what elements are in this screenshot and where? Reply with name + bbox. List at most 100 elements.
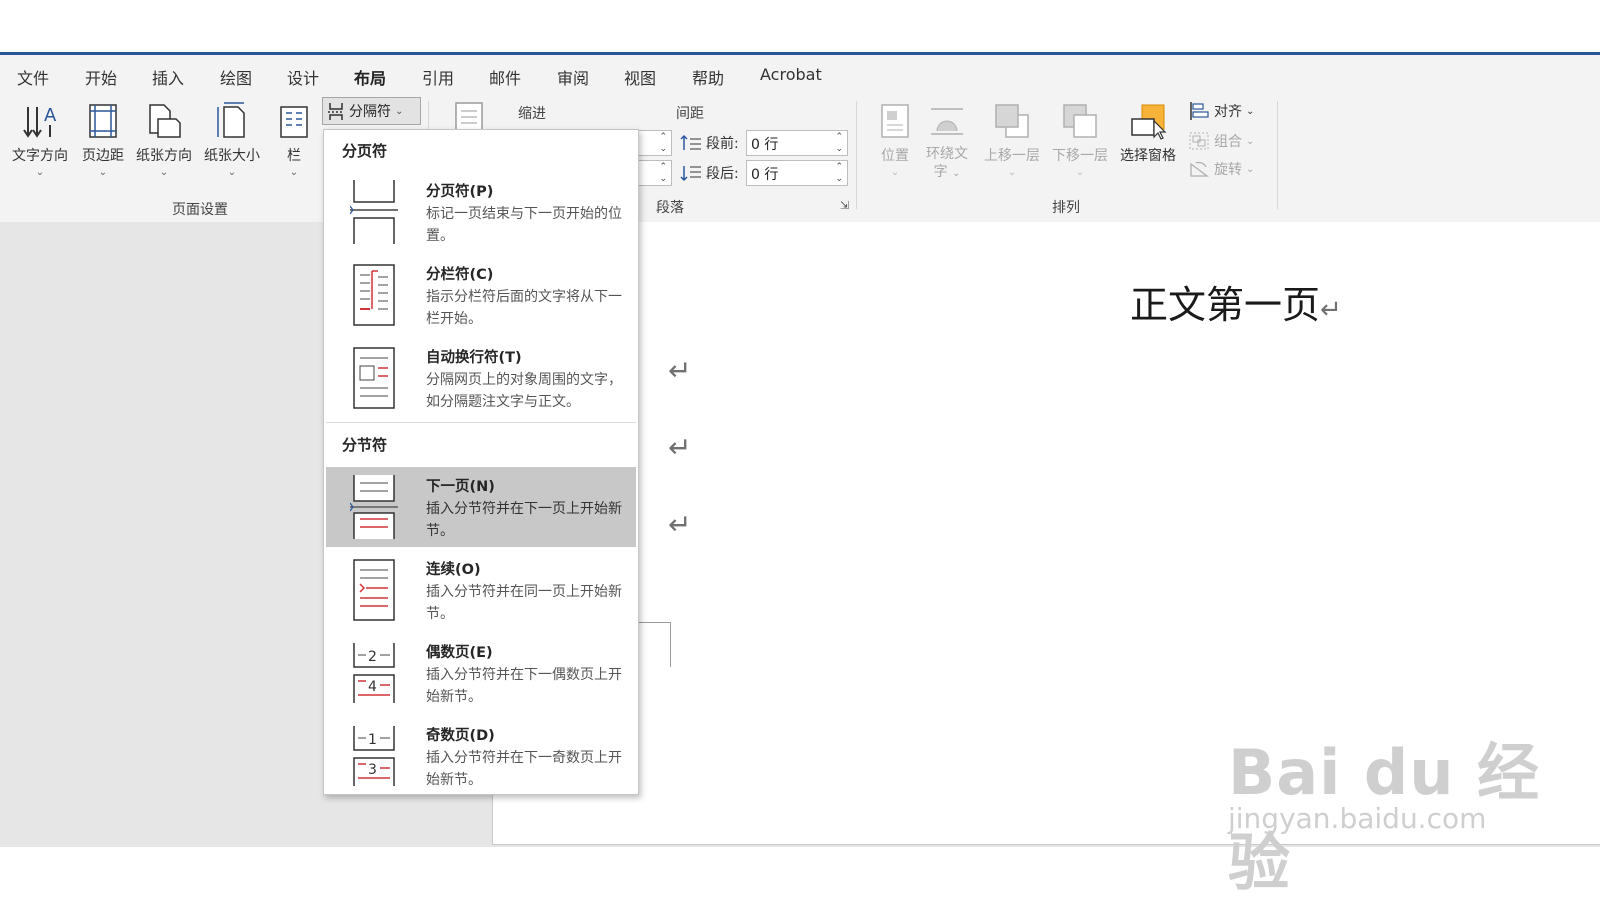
- bring-forward-icon: [995, 104, 1029, 138]
- menu-item-title: 连续(O): [426, 562, 481, 578]
- menu-item-even-page[interactable]: 2 4 偶数页(E) 插入分节符并在下一偶数页上开始新节。: [326, 633, 636, 713]
- tab-help[interactable]: 帮助: [690, 63, 726, 95]
- indent-label: 缩进: [518, 106, 546, 122]
- breaks-icon: [328, 103, 344, 120]
- page-margin-corner-mark: [636, 622, 671, 667]
- wrap-text-button[interactable]: 环绕文 字 ⌄: [922, 101, 972, 183]
- chevron-down-icon: ⌄: [952, 168, 961, 179]
- menu-item-description: 插入分节符并在下一偶数页上开始新节。: [426, 667, 622, 705]
- section-header-section-breaks: 分节符: [342, 436, 388, 454]
- group-separator: [1277, 101, 1278, 209]
- spacing-before-input[interactable]: 0 行 ⌃ ⌄: [746, 130, 848, 156]
- page-break-icon: [350, 180, 398, 244]
- ribbon-tab-bar: 文件 开始 插入 绘图 设计 布局 引用 邮件 审阅 视图 帮助 Acrobat: [0, 55, 1600, 98]
- spinner-arrows-icon: ⌃ ⌄: [659, 162, 667, 184]
- margins-icon: [89, 104, 117, 138]
- ribbon: A 文字方向 ⌄ 页边距 ⌄ 纸张方向 ⌄ 纸张大小 ⌄ 栏 ⌄ 页面设置 分隔…: [0, 95, 1600, 223]
- position-button[interactable]: 位置 ⌄: [872, 101, 918, 178]
- tab-mailings[interactable]: 邮件: [487, 63, 523, 95]
- menu-item-continuous[interactable]: 连续(O) 插入分节符并在同一页上开始新节。: [326, 550, 636, 630]
- menu-item-title: 下一页(N): [426, 479, 495, 495]
- chevron-down-icon: ⌄: [289, 167, 299, 178]
- next-page-icon: [350, 475, 398, 539]
- paragraph-mark: ↵: [1320, 295, 1342, 325]
- columns-icon: [280, 106, 308, 138]
- chevron-down-icon: ⌄: [1075, 167, 1085, 178]
- selection-pane-label: 选择窗格: [1120, 148, 1176, 164]
- tab-draw[interactable]: 绘图: [218, 63, 254, 95]
- chevron-down-icon: ⌄: [227, 167, 237, 178]
- spacing-after-input[interactable]: 0 行 ⌃ ⌄: [746, 160, 848, 186]
- menu-item-description: 插入分节符并在下一页上开始新节。: [426, 501, 622, 539]
- spacing-after-label: 段后:: [706, 166, 739, 182]
- orientation-button[interactable]: 纸张方向 ⌄: [132, 101, 196, 178]
- menu-item-next-page[interactable]: 下一页(N) 插入分节符并在下一页上开始新节。: [326, 467, 636, 547]
- bring-forward-button[interactable]: 上移一层 ⌄: [978, 101, 1046, 178]
- tab-references[interactable]: 引用: [420, 63, 456, 95]
- spacing-after-value: 0 行: [751, 167, 779, 183]
- rotate-button[interactable]: 旋转 ⌄: [1188, 159, 1254, 179]
- align-button[interactable]: 对齐 ⌄: [1188, 101, 1254, 121]
- size-button[interactable]: 纸张大小 ⌄: [200, 101, 264, 178]
- spacing-before: 段前:: [680, 133, 739, 153]
- chevron-down-icon: ⌄: [1246, 163, 1255, 175]
- menu-item-description: 插入分节符并在同一页上开始新节。: [426, 584, 622, 622]
- group-objects-button[interactable]: 组合 ⌄: [1188, 131, 1254, 151]
- tab-file[interactable]: 文件: [15, 63, 51, 95]
- svg-text:4: 4: [368, 679, 377, 695]
- document-heading[interactable]: 正文第一页↵: [1130, 274, 1342, 329]
- paragraph-dialog-launcher-icon[interactable]: ⇲: [840, 199, 849, 212]
- rotate-label: 旋转: [1214, 162, 1242, 178]
- send-backward-label: 下移一层: [1052, 148, 1108, 164]
- align-icon: [1190, 102, 1209, 120]
- size-label: 纸张大小: [204, 148, 260, 164]
- send-backward-icon: [1063, 104, 1097, 138]
- tab-acrobat[interactable]: Acrobat: [758, 63, 824, 90]
- section-header-page-breaks: 分页符: [342, 142, 388, 160]
- spinner-arrows-icon: ⌃ ⌄: [659, 132, 667, 154]
- spacing-before-icon: [680, 134, 701, 150]
- tab-design[interactable]: 设计: [285, 63, 321, 95]
- tab-insert[interactable]: 插入: [150, 63, 186, 95]
- chevron-down-icon: ⌄: [1246, 105, 1255, 117]
- menu-item-text-wrapping[interactable]: 自动换行符(T) 分隔网页上的对象周围的文字，如分隔题注文字与正文。: [326, 338, 636, 418]
- group-objects-icon: [1189, 132, 1209, 150]
- tab-home[interactable]: 开始: [83, 63, 119, 95]
- tab-review[interactable]: 审阅: [555, 63, 591, 95]
- menu-item-column-break[interactable]: 分栏符(C) 指示分栏符后面的文字将从下一栏开始。: [326, 255, 636, 335]
- position-icon: [881, 104, 909, 138]
- chevron-down-icon: ⌄: [890, 167, 900, 178]
- even-page-icon: 2 4: [353, 643, 395, 703]
- hyphenation-icon: [455, 102, 483, 131]
- position-label: 位置: [881, 148, 909, 164]
- menu-item-description: 指示分栏符后面的文字将从下一栏开始。: [426, 289, 622, 327]
- margins-button[interactable]: 页边距 ⌄: [78, 101, 128, 178]
- continuous-icon: [353, 559, 395, 621]
- chevron-down-icon: ⌄: [159, 167, 169, 178]
- breaks-button[interactable]: 分隔符 ⌄: [322, 97, 421, 125]
- spinner-arrows-icon: ⌃ ⌄: [835, 132, 843, 154]
- bring-forward-label: 上移一层: [984, 148, 1040, 164]
- send-backward-button[interactable]: 下移一层 ⌄: [1046, 101, 1114, 178]
- spacing-after: 段后:: [680, 163, 739, 183]
- columns-label: 栏: [287, 148, 301, 164]
- paragraph-mark: ↵: [668, 431, 692, 464]
- menu-item-description: 标记一页结束与下一页开始的位置。: [426, 206, 622, 244]
- tab-view[interactable]: 视图: [622, 63, 658, 95]
- group-label-page-setup: 页面设置: [172, 202, 228, 218]
- columns-button[interactable]: 栏 ⌄: [278, 101, 310, 178]
- heading-text: 正文第一页: [1130, 283, 1321, 327]
- menu-item-title: 奇数页(D): [426, 728, 495, 744]
- selection-pane-button[interactable]: 选择窗格: [1114, 101, 1182, 165]
- chevron-down-icon: ⌄: [35, 167, 45, 178]
- menu-item-page-break[interactable]: 分页符(P) 标记一页结束与下一页开始的位置。: [326, 172, 636, 252]
- spacing-before-label: 段前:: [706, 136, 739, 152]
- chevron-down-icon: ⌄: [1246, 135, 1255, 147]
- tab-layout[interactable]: 布局: [352, 63, 389, 98]
- selection-pane-icon: [1131, 104, 1167, 140]
- menu-item-description: 插入分节符并在下一奇数页上开始新节。: [426, 750, 622, 788]
- wrap-text-label-2: 字: [933, 164, 948, 180]
- text-direction-button[interactable]: A 文字方向 ⌄: [8, 101, 72, 178]
- paragraph-mark: ↵: [668, 508, 692, 541]
- menu-item-odd-page[interactable]: 1 3 奇数页(D) 插入分节符并在下一奇数页上开始新节。: [326, 716, 636, 796]
